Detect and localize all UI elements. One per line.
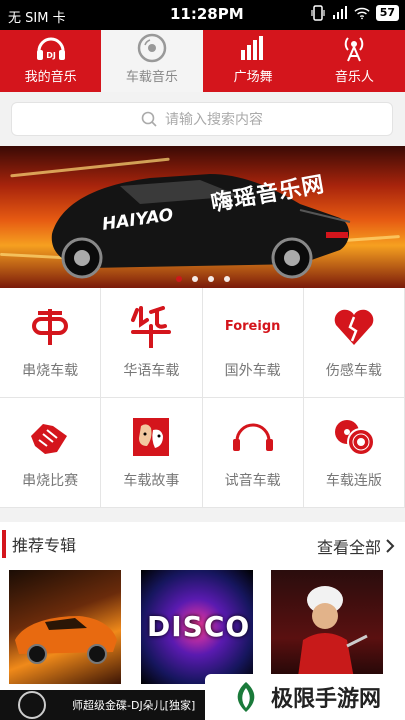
tab-square-dance[interactable]: 广场舞 [203, 30, 304, 92]
category-chinese-car[interactable]: 华语车载 [101, 288, 203, 398]
category-label: 车载连版 [325, 472, 382, 489]
category-label: 华语车载 [123, 362, 180, 379]
category-label: 国外车载 [224, 362, 281, 379]
section-accent-bar [2, 530, 6, 558]
carousel-dot[interactable] [175, 276, 182, 282]
category-foreign-car[interactable]: Foreign 国外车载 [202, 288, 304, 398]
category-try-car[interactable]: 试音车载 [202, 398, 304, 508]
search-icon [141, 111, 157, 127]
category-car-stories[interactable]: 车载故事 [101, 398, 203, 508]
signal-icon [332, 4, 348, 22]
vibrate-icon [310, 4, 326, 22]
tab-musicians[interactable]: 音乐人 [304, 30, 405, 92]
category-chuanshao-contest[interactable]: 串烧比赛 [0, 398, 102, 508]
tab-label: 音乐人 [334, 70, 374, 85]
category-chuanshao-car[interactable]: 串烧车载 [0, 288, 102, 398]
search-input[interactable]: 请输入搜索内容 [11, 102, 393, 136]
category-car-series[interactable]: 车载连版 [303, 398, 405, 508]
try-headphones-icon [229, 416, 277, 458]
disc-icon [135, 33, 169, 63]
discs-icon [330, 416, 378, 458]
album-list: DISCO [0, 566, 405, 690]
category-label: 串烧车载 [22, 362, 79, 379]
search-area: 请输入搜索内容 [0, 92, 405, 146]
clock: 11:28PM [170, 5, 244, 23]
category-label: 伤感车载 [325, 362, 382, 379]
carousel-dot[interactable] [191, 276, 198, 282]
handshake-icon [26, 416, 74, 458]
status-bar: 无 SIM 卡 11:28PM 57 [0, 0, 405, 30]
tab-label: 车载音乐 [125, 70, 178, 85]
view-all-link[interactable]: 查看全部 [317, 534, 395, 558]
car-album-cover[interactable] [9, 570, 121, 684]
category-grid: 串烧车载 华语车载 Foreign 国外车载 伤感车载 串烧比赛 车载故事 试音… [0, 288, 405, 508]
category-label: 串烧比赛 [22, 472, 79, 489]
hua-character-icon [127, 305, 175, 348]
category-label: 试音车载 [224, 472, 281, 489]
foreign-text-icon: Foreign [224, 319, 281, 334]
broken-heart-icon [330, 306, 378, 348]
bar-chart-icon [236, 33, 270, 63]
status-icons: 57 [310, 4, 399, 22]
watermark-logo-icon [237, 682, 255, 712]
dj-headphones-icon: DJ [34, 33, 68, 63]
carrier-label: 无 SIM 卡 [8, 11, 66, 26]
disco-album-cover[interactable]: DISCO [141, 570, 253, 684]
tab-label: 我的音乐 [24, 70, 77, 85]
faces-icon [127, 416, 175, 458]
carousel-dot[interactable] [207, 276, 214, 282]
site-watermark: 极限手游网 [205, 674, 405, 720]
recommended-albums-header: 推荐专辑 查看全部 [0, 522, 405, 566]
search-placeholder: 请输入搜索内容 [165, 112, 263, 128]
view-all-label: 查看全部 [316, 538, 381, 557]
chevron-right-icon [386, 539, 395, 553]
carousel-dot[interactable] [223, 276, 230, 282]
category-sad-car[interactable]: 伤感车载 [303, 288, 405, 398]
top-tab-bar: DJ 我的音乐 车载音乐 广场舞 音乐人 [0, 30, 405, 92]
carousel-dots [0, 276, 405, 282]
battery-indicator: 57 [375, 5, 399, 21]
now-playing-artwork [18, 691, 46, 719]
chuan-logo-icon [26, 306, 74, 348]
performer-album-cover[interactable] [271, 570, 383, 684]
category-label: 车载故事 [123, 472, 180, 489]
svg-text:DJ: DJ [46, 51, 56, 60]
tab-my-music[interactable]: DJ 我的音乐 [0, 30, 101, 92]
orange-car-image [15, 616, 117, 664]
promo-banner[interactable]: HAIYAO 嗨瑶音乐网 [0, 146, 405, 288]
broadcast-icon [337, 33, 371, 63]
tab-label: 广场舞 [233, 70, 273, 85]
performer-image [297, 586, 368, 684]
wifi-icon [354, 4, 370, 22]
watermark-text: 极限手游网 [270, 687, 381, 712]
section-title: 推荐专辑 [12, 536, 77, 555]
tab-car-music[interactable]: 车载音乐 [101, 30, 203, 92]
now-playing-title: 师超级金碟-DJ朵儿[独家] [72, 699, 196, 712]
disco-text: DISCO [147, 610, 251, 643]
sports-car-image [51, 174, 351, 279]
